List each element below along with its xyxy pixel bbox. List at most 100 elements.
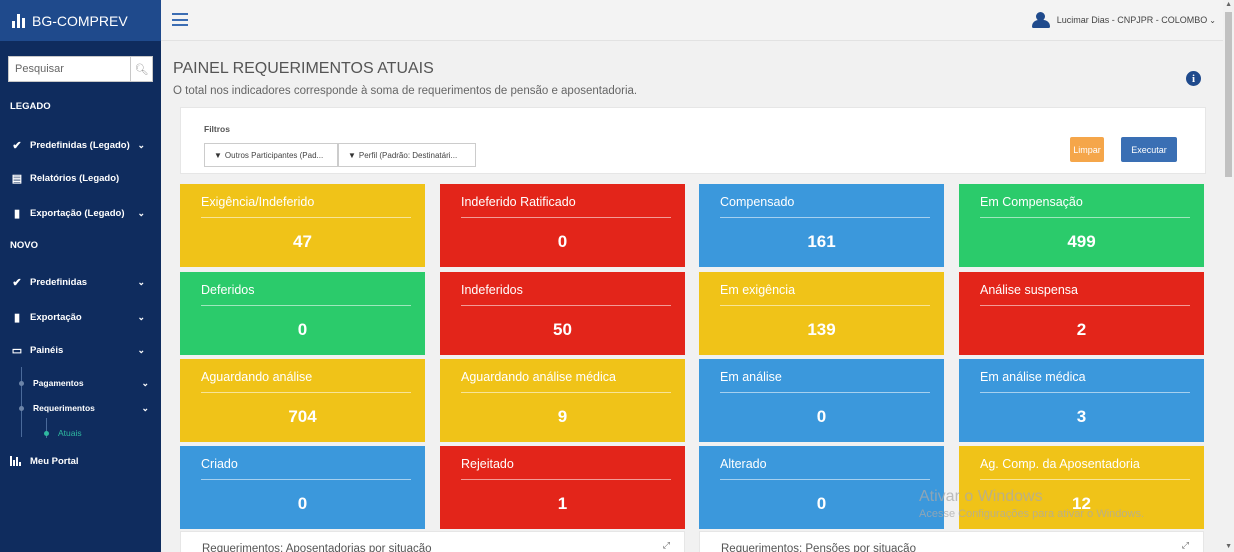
sidebar-item-exportacao-legado[interactable]: ▮ Exportação (Legado) ⌄ xyxy=(0,203,161,223)
section-legacy: LEGADO xyxy=(10,101,51,112)
file-icon: ▮ xyxy=(13,207,21,220)
tile-label: Aguardando análise médica xyxy=(461,370,616,384)
tile-em-exigencia[interactable]: Em exigência 139 xyxy=(699,272,944,355)
tile-value: 50 xyxy=(553,320,572,339)
tile-value: 9 xyxy=(557,407,568,426)
sidebar-item-label: Meu Portal xyxy=(30,455,79,467)
user-menu[interactable]: Lucimar Dias - CNPJPR - COLOMBO ⌄ xyxy=(1031,12,1216,28)
tile-analise-suspensa[interactable]: Análise suspensa 2 xyxy=(959,272,1204,355)
sidebar-item-exportacao[interactable]: ▮ Exportação ⌄ xyxy=(0,307,161,327)
tile-divider xyxy=(461,479,671,480)
bar-chart-logo-icon xyxy=(12,13,25,28)
tile-label: Deferidos xyxy=(201,283,255,297)
tile-label: Em análise xyxy=(720,370,782,384)
document-icon: ▤ xyxy=(11,172,23,185)
chevron-down-icon: ⌄ xyxy=(1209,15,1216,25)
watermark-line1: Ativar o Windows xyxy=(919,488,1043,505)
search-input[interactable] xyxy=(9,63,130,75)
sidebar-item-label: Exportação (Legado) xyxy=(30,207,125,219)
tile-value: 2 xyxy=(1076,320,1087,339)
tile-value: 1 xyxy=(557,494,568,513)
chevron-down-icon: ⌄ xyxy=(137,276,145,287)
sidebar-item-predefinidas[interactable]: ✔ Predefinidas ⌄ xyxy=(0,272,161,292)
tile-value: 499 xyxy=(1067,232,1096,251)
sidebar-item-paineis[interactable]: ▭ Painéis ⌄ xyxy=(0,340,161,360)
page-scrollbar[interactable]: ▲ ▼ xyxy=(1223,0,1234,552)
tile-em-analise[interactable]: Em análise 0 xyxy=(699,359,944,442)
tile-value: 0 xyxy=(816,407,827,426)
sidebar-item-label: Predefinidas (Legado) xyxy=(30,139,130,151)
tile-indeferido-ratificado[interactable]: Indeferido Ratificado 0 xyxy=(440,184,685,267)
info-icon[interactable]: i xyxy=(1186,71,1201,86)
sidebar-item-meu-portal[interactable]: Meu Portal xyxy=(0,451,161,471)
tile-value: 704 xyxy=(288,407,317,426)
expand-icon[interactable]: ⤢ xyxy=(663,540,670,551)
card-title: Requerimentos: Pensões por situação xyxy=(721,543,916,552)
search-icon[interactable]: 🔍︎ xyxy=(130,57,152,81)
tile-value: 47 xyxy=(293,232,312,251)
card-title: Requerimentos: Aposentadorias por situaç… xyxy=(202,543,432,552)
tile-alterado[interactable]: Alterado 0 xyxy=(699,446,944,529)
filter-perfil[interactable]: ▼ Perfil (Padrão: Destinatári... xyxy=(338,143,476,167)
monitor-icon: ▭ xyxy=(11,344,23,357)
tile-compensado[interactable]: Compensado 161 xyxy=(699,184,944,267)
run-button[interactable]: Executar xyxy=(1121,137,1177,162)
tile-label: Criado xyxy=(201,457,238,471)
card-pensoes: Requerimentos: Pensões por situação ⤢ xyxy=(699,531,1204,552)
tile-em-compensacao[interactable]: Em Compensação 499 xyxy=(959,184,1204,267)
tile-label: Compensado xyxy=(720,195,795,209)
brand-name: BG-COMPREV xyxy=(32,12,128,29)
chevron-down-icon: ⌄ xyxy=(141,377,149,388)
chevron-down-icon: ⌄ xyxy=(137,311,145,322)
scroll-up-arrow-icon[interactable]: ▲ xyxy=(1225,1,1232,8)
tile-aguardando-analise-medica[interactable]: Aguardando análise médica 9 xyxy=(440,359,685,442)
sidebar-subitem-requerimentos[interactable]: Requerimentos ⌄ xyxy=(0,400,161,416)
tile-label: Alterado xyxy=(720,457,767,471)
tile-value: 0 xyxy=(297,320,308,339)
tile-value: 161 xyxy=(807,232,836,251)
scroll-down-arrow-icon[interactable]: ▼ xyxy=(1225,543,1232,550)
expand-icon[interactable]: ⤢ xyxy=(1182,540,1189,551)
file-icon: ▮ xyxy=(13,311,21,324)
check-icon: ✔ xyxy=(12,276,22,289)
tile-rejeitado[interactable]: Rejeitado 1 xyxy=(440,446,685,529)
bar-chart-icon xyxy=(10,456,24,466)
sidebar-subitem-label: Atuais xyxy=(58,428,82,438)
sidebar-item-predefinidas-legado[interactable]: ✔ Predefinidas (Legado) ⌄ xyxy=(0,135,161,155)
tile-aguardando-analise[interactable]: Aguardando análise 704 xyxy=(180,359,425,442)
tile-divider xyxy=(201,305,411,306)
chevron-down-icon: ⌄ xyxy=(137,139,145,150)
tile-exigencia-indeferido[interactable]: Exigência/Indeferido 47 xyxy=(180,184,425,267)
brand[interactable]: BG-COMPREV xyxy=(0,0,161,41)
tile-divider xyxy=(980,392,1190,393)
tile-divider xyxy=(461,392,671,393)
filters-label: Filtros xyxy=(204,124,230,134)
tile-divider xyxy=(720,305,930,306)
tile-value: 0 xyxy=(816,494,827,513)
tile-divider xyxy=(201,479,411,480)
page-title: PAINEL REQUERIMENTOS ATUAIS xyxy=(173,60,434,77)
tile-label: Ag. Comp. da Aposentadoria xyxy=(980,457,1140,471)
hamburger-menu-icon[interactable] xyxy=(172,13,188,26)
tile-label: Exigência/Indeferido xyxy=(201,195,315,209)
sidebar-subitem-pagamentos[interactable]: Pagamentos ⌄ xyxy=(0,375,161,391)
tile-em-analise-medica[interactable]: Em análise médica 3 xyxy=(959,359,1204,442)
check-icon: ✔ xyxy=(12,139,22,152)
tile-criado[interactable]: Criado 0 xyxy=(180,446,425,529)
clear-button[interactable]: Limpar xyxy=(1070,137,1104,162)
filter-icon: ▼ xyxy=(214,150,222,160)
filter-outros-participantes[interactable]: ▼ Outros Participantes (Pad... xyxy=(204,143,338,167)
sidebar-item-relatorios-legado[interactable]: ▤ Relatórios (Legado) xyxy=(0,168,161,188)
filter-icon: ▼ xyxy=(348,150,356,160)
chevron-down-icon: ⌄ xyxy=(137,344,145,355)
sidebar-item-label: Painéis xyxy=(30,344,64,356)
chevron-down-icon: ⌄ xyxy=(141,402,149,413)
chevron-down-icon: ⌄ xyxy=(137,207,145,218)
tile-deferidos[interactable]: Deferidos 0 xyxy=(180,272,425,355)
scroll-thumb[interactable] xyxy=(1225,12,1232,177)
tile-indeferidos[interactable]: Indeferidos 50 xyxy=(440,272,685,355)
sidebar-subitem-label: Pagamentos xyxy=(33,378,84,388)
sidebar-subitem-atuais[interactable]: Atuais xyxy=(0,425,161,441)
tile-divider xyxy=(720,217,930,218)
watermark-line2: Acesse Configurações para ativar o Windo… xyxy=(919,508,1144,520)
